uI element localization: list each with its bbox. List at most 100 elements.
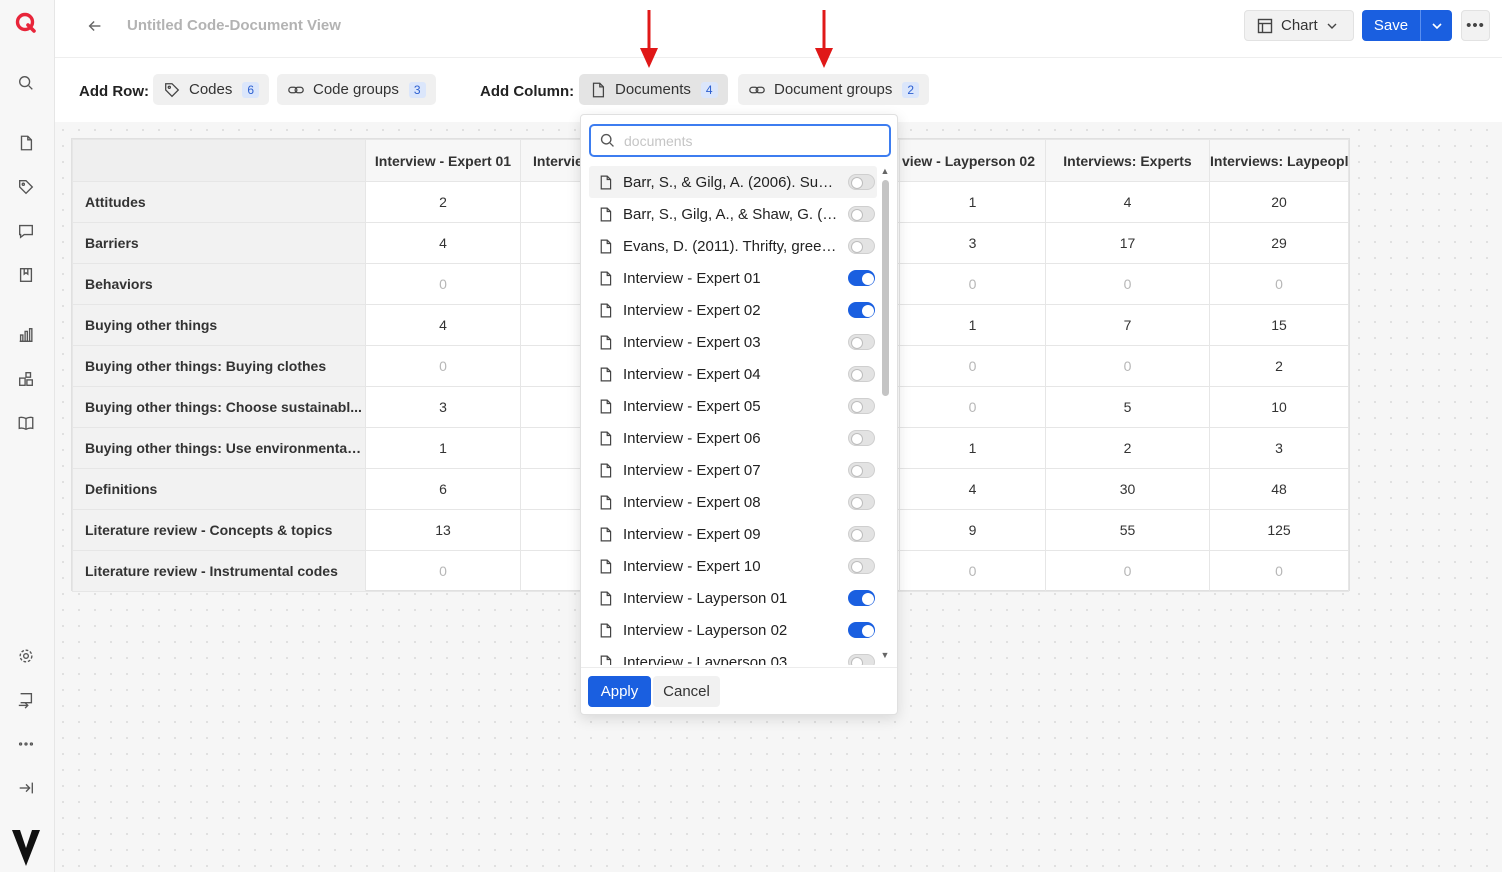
document-list-item[interactable]: Interview - Expert 04 <box>589 358 877 390</box>
app-logo-icon[interactable] <box>13 10 39 36</box>
apply-button[interactable]: Apply <box>588 676 651 707</box>
memo-icon[interactable] <box>14 263 38 287</box>
save-options-button[interactable] <box>1420 10 1452 41</box>
scrollbar[interactable]: ▲ ▼ <box>880 166 890 661</box>
save-button[interactable]: Save <box>1362 10 1420 41</box>
comment-icon[interactable] <box>14 219 38 243</box>
table-cell[interactable]: 15 <box>1209 304 1349 346</box>
document-toggle[interactable] <box>848 270 875 286</box>
codes-button[interactable]: Codes 6 <box>153 74 270 105</box>
document-list-item[interactable]: Barr, S., Gilg, A., & Shaw, G. (2... <box>589 198 877 230</box>
document-toggle[interactable] <box>848 430 875 446</box>
document-list-item[interactable]: Interview - Expert 10 <box>589 550 877 582</box>
table-cell[interactable]: 0 <box>365 345 521 387</box>
document-list-item[interactable]: Interview - Expert 06 <box>589 422 877 454</box>
page-title[interactable]: Untitled Code-Document View <box>127 17 341 34</box>
document-list-item[interactable]: Barr, S., & Gilg, A. (2006). Sus... <box>589 166 877 198</box>
document-toggle[interactable] <box>848 462 875 478</box>
document-toggle[interactable] <box>848 174 875 190</box>
table-cell[interactable]: 1 <box>365 427 521 469</box>
chart-button[interactable]: Chart <box>1244 10 1354 41</box>
documents-button[interactable]: Documents 4 <box>579 74 728 105</box>
search-field[interactable] <box>589 124 891 157</box>
back-arrow-icon[interactable] <box>83 14 107 38</box>
document-list-item[interactable]: Interview - Expert 01 <box>589 262 877 294</box>
table-cell[interactable]: 0 <box>899 345 1046 387</box>
document-list-item[interactable]: Evans, D. (2011). Thrifty, green ... <box>589 230 877 262</box>
table-cell[interactable]: 0 <box>1045 550 1210 592</box>
document-icon[interactable] <box>14 131 38 155</box>
import-export-icon[interactable] <box>14 688 38 712</box>
settings-icon[interactable] <box>14 644 38 668</box>
document-list-item[interactable]: Interview - Layperson 01 <box>589 582 877 614</box>
table-cell[interactable]: 0 <box>365 550 521 592</box>
table-cell[interactable]: 17 <box>1045 222 1210 264</box>
scrollbar-thumb[interactable] <box>882 180 889 396</box>
row-header[interactable]: Buying other things: Use environmentall.… <box>72 427 366 469</box>
document-list-item[interactable]: Interview - Expert 02 <box>589 294 877 326</box>
table-cell[interactable]: 4 <box>1045 181 1210 223</box>
document-toggle[interactable] <box>848 494 875 510</box>
table-cell[interactable]: 13 <box>365 509 521 551</box>
table-cell[interactable]: 1 <box>899 427 1046 469</box>
table-cell[interactable]: 0 <box>365 263 521 305</box>
table-cell[interactable]: 20 <box>1209 181 1349 223</box>
document-toggle[interactable] <box>848 238 875 254</box>
column-header[interactable]: Interviews: Laypeople <box>1209 139 1349 182</box>
search-icon[interactable] <box>14 71 38 95</box>
scroll-down-icon[interactable]: ▼ <box>880 650 890 660</box>
table-cell[interactable]: 5 <box>1045 386 1210 428</box>
document-toggle[interactable] <box>848 366 875 382</box>
document-toggle[interactable] <box>848 590 875 606</box>
table-cell[interactable]: 0 <box>899 386 1046 428</box>
book-icon[interactable] <box>14 411 38 435</box>
table-cell[interactable]: 7 <box>1045 304 1210 346</box>
row-header[interactable]: Buying other things: Buying clothes <box>72 345 366 387</box>
row-header[interactable]: Definitions <box>72 468 366 510</box>
network-icon[interactable] <box>14 367 38 391</box>
row-header[interactable]: Behaviors <box>72 263 366 305</box>
cancel-button[interactable]: Cancel <box>653 676 720 707</box>
table-cell[interactable]: 2 <box>1045 427 1210 469</box>
more-icon[interactable] <box>14 732 38 756</box>
table-cell[interactable]: 0 <box>1209 550 1349 592</box>
table-cell[interactable]: 2 <box>1209 345 1349 387</box>
table-cell[interactable]: 1 <box>899 304 1046 346</box>
table-cell[interactable]: 3 <box>365 386 521 428</box>
expand-icon[interactable] <box>14 776 38 800</box>
row-header[interactable]: Literature review - Concepts & topics <box>72 509 366 551</box>
document-toggle[interactable] <box>848 206 875 222</box>
tag-icon[interactable] <box>14 175 38 199</box>
document-list-item[interactable]: Interview - Layperson 02 <box>589 614 877 646</box>
table-cell[interactable]: 2 <box>365 181 521 223</box>
table-cell[interactable]: 6 <box>365 468 521 510</box>
document-toggle[interactable] <box>848 558 875 574</box>
document-list-item[interactable]: Interview - Expert 08 <box>589 486 877 518</box>
table-cell[interactable]: 1 <box>899 181 1046 223</box>
document-list-item[interactable]: Interview - Expert 03 <box>589 326 877 358</box>
scroll-up-icon[interactable]: ▲ <box>880 166 890 176</box>
row-header[interactable]: Literature review - Instrumental codes <box>72 550 366 592</box>
row-header[interactable]: Barriers <box>72 222 366 264</box>
table-cell[interactable]: 55 <box>1045 509 1210 551</box>
document-groups-button[interactable]: Document groups 2 <box>738 74 930 105</box>
document-toggle[interactable] <box>848 398 875 414</box>
table-cell[interactable]: 3 <box>1209 427 1349 469</box>
table-cell[interactable]: 10 <box>1209 386 1349 428</box>
bar-chart-icon[interactable] <box>14 323 38 347</box>
table-cell[interactable]: 30 <box>1045 468 1210 510</box>
row-header[interactable]: Attitudes <box>72 181 366 223</box>
table-cell[interactable]: 0 <box>1045 345 1210 387</box>
row-header[interactable]: Buying other things: Choose sustainabl..… <box>72 386 366 428</box>
row-header[interactable]: Buying other things <box>72 304 366 346</box>
table-cell[interactable]: 0 <box>899 263 1046 305</box>
document-toggle[interactable] <box>848 302 875 318</box>
table-cell[interactable]: 48 <box>1209 468 1349 510</box>
table-cell[interactable]: 0 <box>899 550 1046 592</box>
document-list-item[interactable]: Interview - Expert 05 <box>589 390 877 422</box>
document-toggle[interactable] <box>848 654 875 665</box>
table-cell[interactable]: 29 <box>1209 222 1349 264</box>
table-cell[interactable]: 125 <box>1209 509 1349 551</box>
documents-list[interactable]: Barr, S., & Gilg, A. (2006). Sus... Barr,… <box>589 166 877 665</box>
document-list-item[interactable]: Interview - Expert 09 <box>589 518 877 550</box>
